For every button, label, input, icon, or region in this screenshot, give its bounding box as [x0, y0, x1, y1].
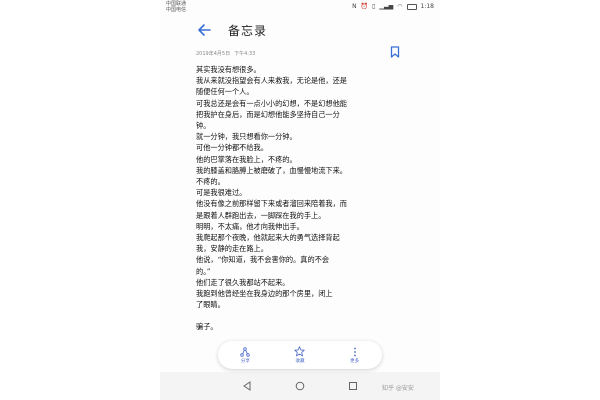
star-icon — [294, 346, 306, 357]
note-line: 他们走了很久我都站不起来。 — [196, 277, 290, 287]
nav-home-icon[interactable] — [295, 381, 305, 391]
note-line: 随便任何一个人。 — [196, 87, 254, 97]
note-time: 下午4:33 — [234, 51, 256, 57]
phone-screen: 中国联通 中国电信 N ⏰ ▯ ▁▃▅ ◠ 1:18 备忘录 2019年4月5日… — [160, 0, 440, 400]
bookmark-icon[interactable] — [390, 46, 400, 58]
share-button[interactable]: 分享 — [225, 346, 265, 364]
nfc-icon: N — [352, 3, 357, 10]
note-line: 就一分钟，我只想看你一分钟。 — [196, 132, 297, 142]
back-arrow-icon[interactable] — [196, 22, 212, 38]
page-title: 备忘录 — [228, 24, 268, 38]
note-line: 他没有像之前那样留下来或者溜回来陪着我，而 — [196, 199, 347, 209]
note-meta: 2019年4月5日 下午4:33 — [196, 50, 255, 57]
favorite-button[interactable]: 收藏 — [280, 346, 320, 364]
note-line: 不疼的。 — [196, 177, 225, 187]
note-line: 我的膝盖和胳膊上被磨破了，血慢慢地流下来。 — [196, 165, 347, 175]
signal-icon: ▁▃▅ — [379, 3, 394, 10]
note-line: 把我护在身后，而是幻想他能多坚持自己一分 — [196, 109, 340, 119]
wifi-icon: ◠ — [397, 3, 403, 10]
note-line: 骗子。 — [196, 322, 218, 332]
battery-icon — [406, 3, 417, 10]
status-bar: 中国联通 中国电信 N ⏰ ▯ ▁▃▅ ◠ 1:18 — [160, 0, 440, 14]
note-line: 可是我很难过。 — [196, 188, 247, 198]
note-line: 他的巴掌落在我脸上，不疼的。 — [196, 154, 297, 164]
note-line: 他说，“你知道，我不会害你的。真的不会 — [196, 255, 330, 265]
note-line: 可他一分钟都不给我。 — [196, 143, 268, 153]
watermark: 知乎 @安安 — [382, 385, 414, 392]
note-line: 的。” — [196, 266, 211, 276]
note-date: 2019年4月5日 — [196, 51, 231, 57]
note-line: 钟。 — [196, 121, 211, 131]
nav-recents-icon[interactable] — [348, 381, 358, 391]
note-line: 我爬起那个夜晚，他就起来大的勇气选择背起 — [196, 233, 340, 243]
share-icon — [240, 346, 251, 357]
alarm-icon: ⏰ — [360, 3, 369, 10]
share-label: 分享 — [240, 358, 250, 364]
more-icon — [353, 347, 356, 356]
note-line: 可我总还是会有一点小小的幻想，不是幻想他能 — [196, 98, 347, 108]
clock-time: 1:18 — [420, 3, 434, 10]
carrier-line-2: 中国电信 — [166, 7, 187, 13]
note-line: 我从来就没指望会有人来救我，无论是他，还是 — [196, 76, 347, 86]
note-action-bar: 分享 收藏 更多 — [218, 341, 382, 369]
more-button[interactable]: 更多 — [335, 347, 375, 364]
note-line: 我跑到他曾经坐在我身边的那个房里，闭上 — [196, 289, 333, 299]
note-body[interactable]: 其实我没有想很多。我从来就没指望会有人来救我，无论是他，还是 随便任何一个人。 可我… — [196, 64, 436, 333]
note-line: 明明，不太痛，他才向我伸出手。 — [196, 221, 304, 231]
more-label: 更多 — [350, 358, 360, 364]
status-icons: N ⏰ ▯ ▁▃▅ ◠ 1:18 — [352, 3, 434, 10]
app-bar: 备忘录 — [160, 16, 440, 44]
note-line: 了眼睛。 — [196, 300, 225, 310]
note-line — [196, 310, 436, 321]
nav-back-icon[interactable] — [242, 381, 252, 391]
carrier-info: 中国联通 中国电信 — [166, 1, 186, 13]
note-line: 是跟着人群跑出去，一脚踩在我的手上。 — [196, 210, 326, 220]
note-line: 其实我没有想很多。 — [196, 65, 261, 74]
note-line: 我，安静的走在路上。 — [196, 244, 268, 254]
vibrate-icon: ▯ — [372, 3, 376, 10]
favorite-label: 收藏 — [295, 359, 305, 364]
